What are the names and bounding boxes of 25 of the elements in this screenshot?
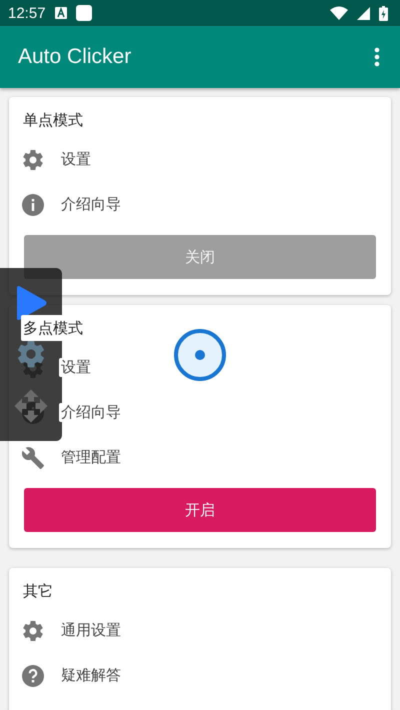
app-icon bbox=[76, 5, 92, 21]
help-icon bbox=[21, 664, 45, 688]
move-icon[interactable] bbox=[13, 388, 49, 424]
menu-item[interactable]: 通用设置 bbox=[59, 621, 123, 640]
wrench-icon bbox=[21, 446, 45, 470]
menu-item[interactable]: 设置 bbox=[59, 358, 93, 377]
signal-icon bbox=[357, 6, 370, 20]
menu-item[interactable]: 设置 bbox=[59, 150, 93, 169]
gear-icon bbox=[21, 148, 45, 172]
app-title: Auto Clicker bbox=[18, 45, 132, 69]
menu-item[interactable]: 疑难解答 bbox=[59, 666, 123, 685]
wifi-icon bbox=[330, 6, 348, 20]
battery-icon bbox=[379, 6, 388, 20]
play-icon[interactable] bbox=[14, 284, 48, 321]
info-icon bbox=[21, 192, 45, 216]
menu-item[interactable]: 管理配置 bbox=[59, 448, 123, 467]
notification-icon bbox=[54, 7, 67, 19]
clock: 12:57 bbox=[8, 4, 46, 22]
mode-button[interactable]: 开启 bbox=[24, 488, 376, 532]
menu-item[interactable]: 介绍向导 bbox=[59, 195, 123, 214]
section-title: 多点模式 bbox=[21, 315, 85, 341]
gear-icon[interactable] bbox=[15, 338, 47, 370]
more-options-icon[interactable] bbox=[374, 47, 380, 67]
gear-icon bbox=[21, 618, 45, 642]
menu-item[interactable]: 介绍向导 bbox=[59, 403, 123, 422]
